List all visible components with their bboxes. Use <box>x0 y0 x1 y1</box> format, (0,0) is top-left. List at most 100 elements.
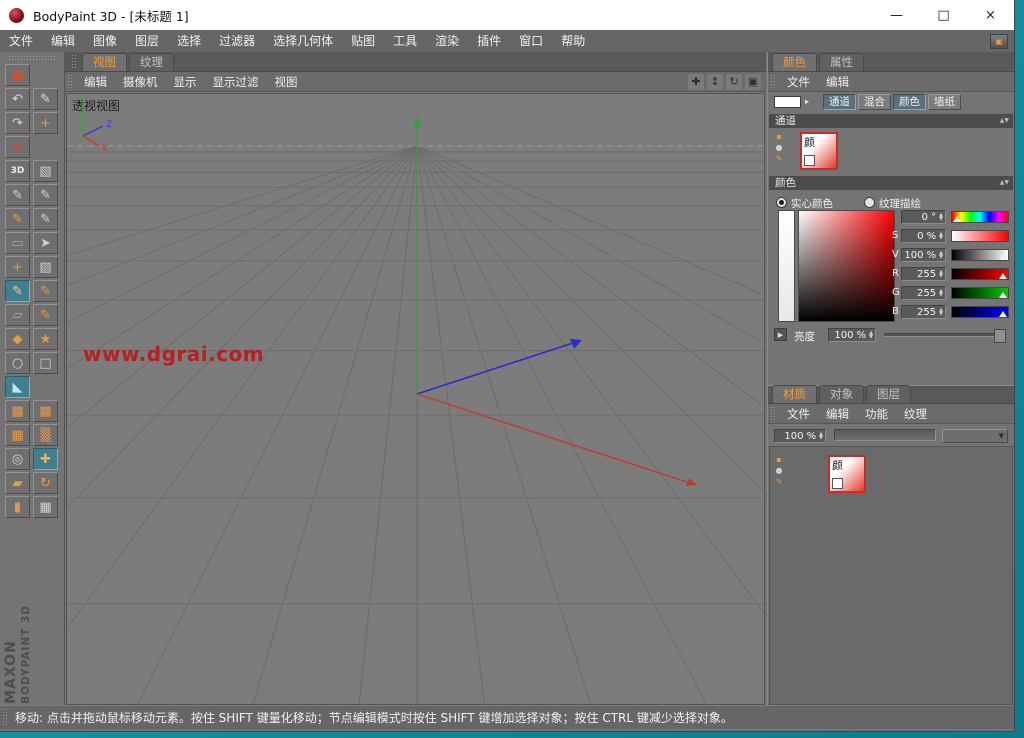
current-color-swatch[interactable] <box>774 96 801 108</box>
tab-view[interactable]: 视图 <box>82 53 127 71</box>
undo-icon[interactable]: ↶ <box>5 88 30 110</box>
viewport-menu-grip[interactable] <box>67 74 74 89</box>
hue-spinner[interactable]: 0 ° <box>901 210 946 224</box>
pattern-stamp2-icon[interactable]: ▩ <box>33 400 58 422</box>
vp-menu-display[interactable]: 显示 <box>166 74 205 90</box>
dolly-view-icon[interactable]: ↕ <box>707 74 723 90</box>
radio-texture-paint[interactable]: 纹理描绘 <box>864 192 921 211</box>
blue-spinner[interactable]: 255 <box>901 305 946 319</box>
paint-brush-icon[interactable]: ✎ <box>5 280 30 302</box>
red-slider[interactable] <box>951 268 1009 280</box>
channels-header-arrows[interactable]: ▲▼ <box>1000 114 1009 128</box>
expand-icon[interactable]: ▶ <box>774 328 787 341</box>
blue-slider[interactable] <box>951 306 1009 318</box>
color-header[interactable]: 颜色 ▲▼ <box>769 176 1013 190</box>
swatch-arrow-icon[interactable]: ▸ <box>805 97 809 106</box>
brightness-slider[interactable] <box>884 333 1006 337</box>
material-cube-icon[interactable]: ▪ <box>774 455 784 464</box>
channel-cube-icon[interactable]: ▪ <box>774 132 784 141</box>
brightness-slider-handle[interactable] <box>994 329 1006 343</box>
rect-shape-icon[interactable]: □ <box>33 352 58 374</box>
pin-pen-icon[interactable]: ✎ <box>5 208 30 230</box>
shear-tool-icon[interactable]: ▰ <box>5 472 30 494</box>
statusbar-grip[interactable] <box>2 708 9 727</box>
multi-pen-icon[interactable]: ✎ <box>5 184 30 206</box>
pick-cursor-icon[interactable]: ➤ <box>33 232 58 254</box>
mode-tab-channels[interactable]: 通道 <box>823 94 856 110</box>
mat-menu-edit[interactable]: 编辑 <box>818 406 857 422</box>
marquee-select-icon[interactable]: ▭ <box>5 232 30 254</box>
menu-filter[interactable]: 过滤器 <box>210 30 264 52</box>
green-slider[interactable] <box>951 287 1009 299</box>
green-stepper-icon[interactable] <box>939 289 943 297</box>
value-marker[interactable] <box>999 254 1007 260</box>
color-menu-edit[interactable]: 编辑 <box>818 74 857 90</box>
noise-icon[interactable]: ▒ <box>33 424 58 446</box>
hue-stepper-icon[interactable] <box>939 213 943 221</box>
color-menu-file[interactable]: 文件 <box>779 74 818 90</box>
pattern-stamp-icon[interactable]: ▩ <box>5 400 30 422</box>
mat-menu-texture[interactable]: 纹理 <box>896 406 935 422</box>
menu-map[interactable]: 贴图 <box>342 30 384 52</box>
saturation-spinner[interactable]: 0 % <box>901 229 946 243</box>
tab-color[interactable]: 颜色 <box>772 53 817 71</box>
rotate-view-icon[interactable]: ↻ <box>726 74 742 90</box>
menubar-extra-icon[interactable]: ▣ <box>990 34 1008 49</box>
green-marker[interactable] <box>999 292 1007 298</box>
green-spinner[interactable]: 255 <box>901 286 946 300</box>
value-slider[interactable] <box>951 249 1009 261</box>
add-stroke-icon[interactable]: + <box>33 112 58 134</box>
redo-icon[interactable]: ↷ <box>5 112 30 134</box>
move-tool-icon[interactable]: ✚ <box>33 448 58 470</box>
mode-tab-wallpaper[interactable]: 墙纸 <box>928 94 961 110</box>
menu-select-geometry[interactable]: 选择几何体 <box>264 30 342 52</box>
menu-plugins[interactable]: 插件 <box>468 30 510 52</box>
channel-pencil-icon[interactable]: ✎ <box>774 154 784 163</box>
perspective-viewport[interactable]: 透视视图 www.dgrai.com Y Z X <box>66 93 765 705</box>
saturation-stepper-icon[interactable] <box>939 232 943 240</box>
texture-layers-icon[interactable]: ▦ <box>5 64 30 86</box>
hue-slider-marker[interactable] <box>953 216 961 222</box>
material-zoom-spinner[interactable]: 100 % <box>774 429 826 443</box>
mirror-icon[interactable]: ▧ <box>33 160 58 182</box>
circle-shape-icon[interactable]: ○ <box>5 352 30 374</box>
ink-pen-icon[interactable]: ✎ <box>33 304 58 326</box>
value-stepper-icon[interactable] <box>939 251 943 259</box>
material-filter-dropdown[interactable] <box>942 429 1008 443</box>
tab-attributes[interactable]: 属性 <box>819 53 864 71</box>
multi-pen2-icon[interactable]: ✎ <box>33 184 58 206</box>
material-visibility-chip[interactable] <box>832 478 843 489</box>
menu-window[interactable]: 窗口 <box>510 30 552 52</box>
blue-stepper-icon[interactable] <box>939 308 943 316</box>
channels-header[interactable]: 通道 ▲▼ <box>769 114 1013 128</box>
color-menu-grip[interactable] <box>770 74 777 89</box>
draw-curve-icon[interactable]: ✎ <box>33 88 58 110</box>
hue-slider[interactable] <box>951 211 1009 223</box>
toolbar-grip[interactable] <box>8 55 56 60</box>
brightness-stepper-icon[interactable] <box>869 331 873 339</box>
mat-menu-file[interactable]: 文件 <box>779 406 818 422</box>
color-header-arrows[interactable]: ▲▼ <box>1000 176 1009 190</box>
vp-menu-edit[interactable]: 编辑 <box>76 74 115 90</box>
tab-material[interactable]: 材质 <box>772 385 817 403</box>
vp-menu-view[interactable]: 视图 <box>267 74 306 90</box>
projection-paint-icon[interactable]: ⊕ <box>5 136 30 158</box>
menu-file[interactable]: 文件 <box>0 30 42 52</box>
fill-bucket-icon[interactable]: ◆ <box>5 328 30 350</box>
red-marker[interactable] <box>999 273 1007 279</box>
star-shape-icon[interactable]: ★ <box>33 328 58 350</box>
channel-thumbnail[interactable]: 颜 <box>800 132 838 170</box>
material-menu-grip[interactable] <box>770 406 777 421</box>
title-bar[interactable]: BodyPaint 3D - [未标题 1] — □ × <box>0 0 1014 31</box>
mat-menu-function[interactable]: 功能 <box>857 406 896 422</box>
vp-menu-display-filter[interactable]: 显示过滤 <box>205 74 267 90</box>
viewport-tabbar-grip[interactable] <box>71 54 78 69</box>
material-scale-slider[interactable] <box>834 429 936 441</box>
stylus-pen-icon[interactable]: ✎ <box>33 208 58 230</box>
brightness-spinner[interactable]: 100 % <box>828 328 876 342</box>
maximize-view-icon[interactable]: ▣ <box>745 74 761 90</box>
paint-3d-icon[interactable]: 3D <box>5 160 30 182</box>
mode-tab-color[interactable]: 颜色 <box>893 94 926 110</box>
mode-tab-blend[interactable]: 混合 <box>858 94 891 110</box>
material-pencil-icon[interactable]: ✎ <box>774 477 784 486</box>
